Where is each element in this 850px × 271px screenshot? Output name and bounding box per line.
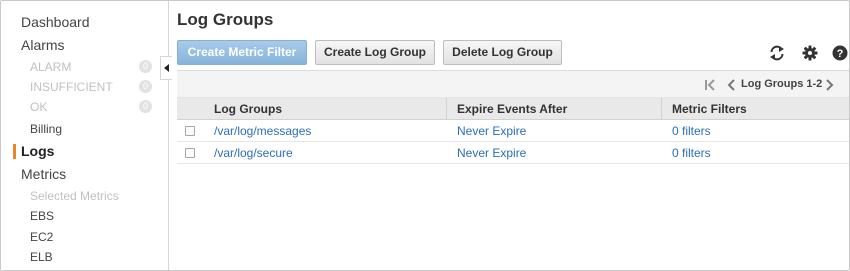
table-row: /var/log/secure Never Expire 0 filters [177, 142, 849, 164]
metric-filters-link[interactable]: 0 filters [672, 120, 711, 142]
sidebar-item-metrics[interactable]: Metrics [21, 166, 66, 182]
sidebar-item-alarm[interactable]: ALARM [30, 60, 71, 74]
create-log-group-button[interactable]: Create Log Group [315, 40, 435, 65]
sidebar-item-billing[interactable]: Billing [30, 122, 62, 136]
sidebar-collapse-toggle[interactable] [160, 56, 172, 80]
column-divider [661, 98, 662, 120]
sidebar-item-ec2[interactable]: EC2 [30, 230, 53, 244]
next-page-icon[interactable] [825, 78, 835, 92]
sidebar-item-elb[interactable]: ELB [30, 250, 53, 264]
log-group-link[interactable]: /var/log/messages [214, 120, 311, 142]
svg-text:?: ? [837, 48, 844, 60]
sidebar-item-insufficient[interactable]: INSUFFICIENT [30, 80, 113, 94]
insufficient-count-badge: 0 [139, 80, 152, 93]
sidebar-item-logs[interactable]: Logs [21, 143, 54, 159]
expire-events-link[interactable]: Never Expire [457, 142, 526, 164]
previous-page-icon[interactable] [726, 78, 736, 92]
column-header-metric-filters[interactable]: Metric Filters [672, 98, 747, 120]
column-header-expire-events[interactable]: Expire Events After [457, 98, 567, 120]
table-header: Log Groups Expire Events After Metric Fi… [177, 98, 849, 120]
log-group-link[interactable]: /var/log/secure [214, 142, 293, 164]
first-page-icon[interactable] [703, 78, 717, 92]
row-checkbox[interactable] [185, 148, 195, 158]
column-divider [446, 98, 447, 120]
sidebar-item-ok[interactable]: OK [30, 100, 47, 114]
chevron-left-icon [164, 64, 169, 72]
page-title: Log Groups [177, 10, 274, 29]
row-checkbox[interactable] [185, 126, 195, 136]
log-groups-table: Log Groups 1-2 Log Groups Expire Events … [177, 70, 849, 165]
delete-log-group-button[interactable]: Delete Log Group [443, 40, 562, 65]
alarm-count-badge: 0 [139, 60, 152, 73]
expire-events-link[interactable]: Never Expire [457, 120, 526, 142]
sidebar-item-alarms[interactable]: Alarms [21, 37, 65, 53]
metric-filters-link[interactable]: 0 filters [672, 142, 711, 164]
create-metric-filter-button[interactable]: Create Metric Filter [177, 40, 307, 65]
refresh-icon[interactable] [768, 44, 786, 62]
pagination-bar: Log Groups 1-2 [177, 70, 849, 98]
active-indicator [13, 144, 16, 159]
sidebar-item-dashboard[interactable]: Dashboard [21, 14, 90, 30]
help-icon[interactable]: ? [832, 44, 848, 62]
column-header-log-groups[interactable]: Log Groups [214, 98, 282, 120]
table-row: /var/log/messages Never Expire 0 filters [177, 120, 849, 142]
pagination-label: Log Groups 1-2 [741, 78, 823, 90]
sidebar: Dashboard Alarms ALARM 0 INSUFFICIENT 0 … [1, 1, 169, 270]
sidebar-item-selected-metrics[interactable]: Selected Metrics [30, 189, 119, 203]
sidebar-item-ebs[interactable]: EBS [30, 209, 54, 223]
gear-icon[interactable] [801, 44, 819, 62]
ok-count-badge: 0 [139, 100, 152, 113]
